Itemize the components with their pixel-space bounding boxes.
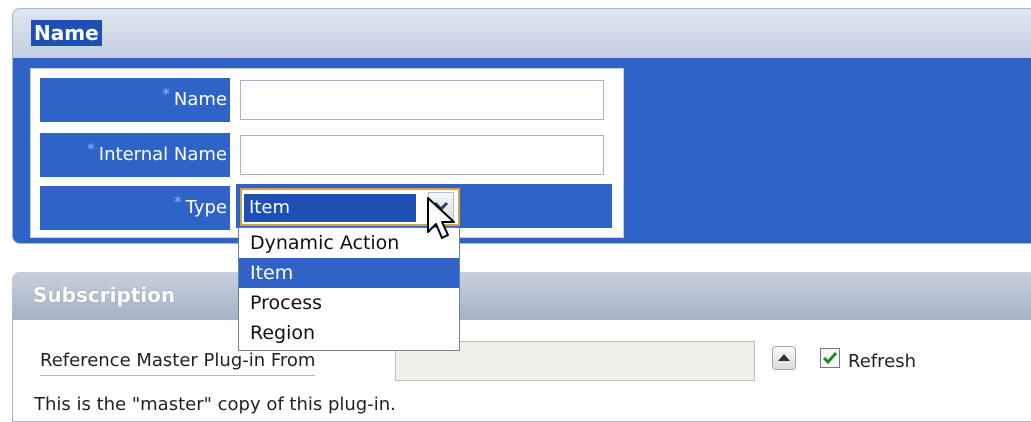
required-asterisk-icon: * (174, 193, 182, 211)
dropdown-option-item[interactable]: Item (239, 258, 459, 288)
dropdown-option-region[interactable]: Region (239, 318, 459, 348)
name-input[interactable] (240, 80, 604, 120)
name-region-header (12, 8, 1031, 58)
internal-name-input[interactable] (240, 135, 604, 175)
mouse-cursor-icon (427, 197, 455, 239)
type-select-value[interactable]: Item (244, 194, 416, 222)
required-asterisk-icon: * (162, 85, 170, 103)
required-asterisk-icon: * (87, 140, 95, 158)
dropdown-option-process[interactable]: Process (239, 288, 459, 318)
reference-master-label: Reference Master Plug-in From (40, 350, 316, 376)
refresh-label: Refresh (848, 351, 916, 372)
name-label: Name (173, 89, 227, 110)
type-label-cell: * Type (40, 186, 230, 230)
up-arrow-icon (778, 354, 790, 361)
checkmark-icon (822, 352, 838, 365)
type-dropdown-list[interactable]: Dynamic Action Item Process Region (238, 227, 460, 351)
internal-name-label: Internal Name (98, 144, 227, 165)
internal-name-label-cell: * Internal Name (40, 133, 230, 177)
name-label-cell: * Name (40, 78, 230, 122)
refresh-checkbox[interactable] (820, 348, 840, 368)
type-label: Type (185, 197, 227, 218)
up-arrow-button[interactable] (772, 346, 796, 370)
subscription-region-title: Subscription (33, 283, 176, 307)
name-region-title: Name (31, 20, 102, 46)
